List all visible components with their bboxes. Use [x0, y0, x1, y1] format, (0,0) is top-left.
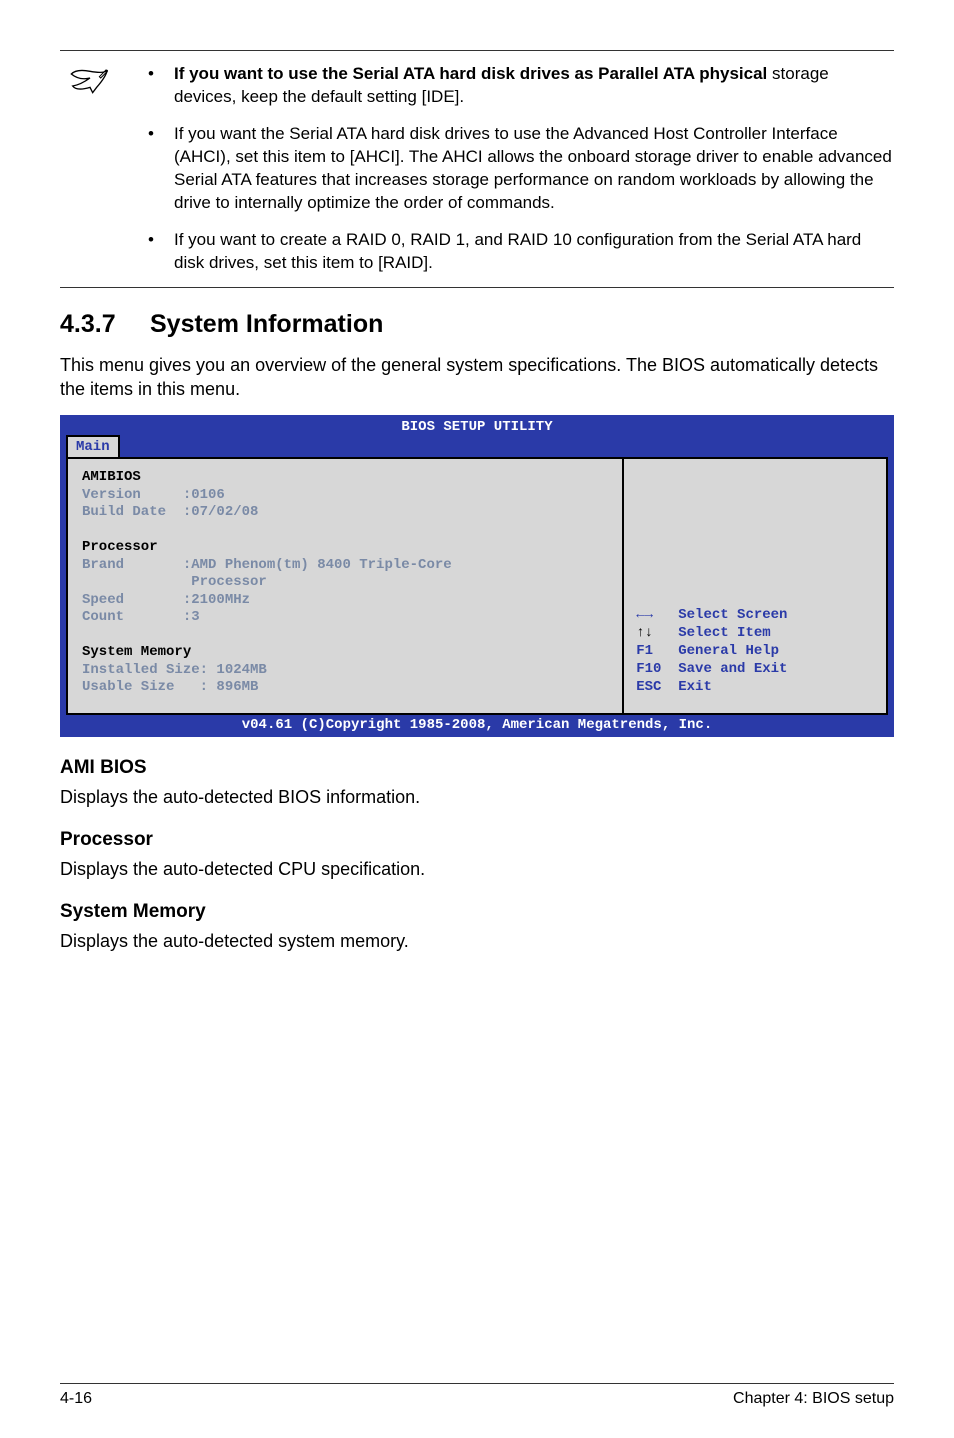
note-item: • If you want to use the Serial ATA hard… [140, 63, 894, 109]
bios-help-key: F10 [636, 660, 678, 678]
section-number: 4.3.7 [60, 310, 150, 339]
bios-line: Brand :AMD Phenom(tm) 8400 Triple-Core [82, 557, 608, 575]
bios-help-key: ←→ [636, 606, 678, 624]
bios-help-key: ESC [636, 678, 678, 696]
section-title: System Information [150, 310, 383, 338]
section-heading: 4.3.7System Information [60, 310, 894, 339]
bullet-icon: • [140, 63, 174, 109]
sub-paragraph: Displays the auto-detected BIOS informat… [60, 785, 894, 809]
intro-paragraph: This menu gives you an overview of the g… [60, 353, 894, 402]
bios-line [82, 627, 608, 645]
bios-help-value: General Help [678, 642, 779, 660]
note-list: • If you want to use the Serial ATA hard… [140, 63, 894, 275]
bios-line: Build Date :07/02/08 [82, 504, 608, 522]
bios-help-key: F1 [636, 642, 678, 660]
bios-line: Processor [82, 574, 608, 592]
bios-help-value: Save and Exit [678, 660, 787, 678]
bios-line: Speed :2100MHz [82, 592, 608, 610]
note-bold-lead: If you want to use the Serial ATA hard d… [174, 64, 767, 83]
bios-tab-main: Main [66, 435, 120, 457]
bios-help-row: ESCExit [636, 678, 876, 696]
bios-line: System Memory [82, 644, 608, 662]
bios-help-row: F1General Help [636, 642, 876, 660]
bios-tabbar: Main [60, 435, 894, 457]
bios-line: Processor [82, 539, 608, 557]
bios-help-value: Select Screen [678, 606, 787, 624]
bios-help-key: ↑↓ [636, 624, 678, 642]
bios-content: AMIBIOSVersion :0106Build Date :07/02/08… [66, 457, 888, 715]
bios-help-value: Select Item [678, 624, 770, 642]
pencil-note-icon [70, 84, 110, 101]
page-footer: 4-16 Chapter 4: BIOS setup [60, 1383, 894, 1408]
bios-screenshot: BIOS SETUP UTILITY Main AMIBIOSVersion :… [60, 415, 894, 737]
bios-line: AMIBIOS [82, 469, 608, 487]
bullet-icon: • [140, 123, 174, 215]
bios-left-panel: AMIBIOSVersion :0106Build Date :07/02/08… [68, 459, 624, 713]
page-number: 4-16 [60, 1390, 92, 1408]
note-text: If you want the Serial ATA hard disk dri… [174, 123, 894, 215]
sub-paragraph: Displays the auto-detected CPU specifica… [60, 857, 894, 881]
bios-header: BIOS SETUP UTILITY [60, 415, 894, 435]
sub-heading: AMI BIOS [60, 757, 894, 779]
bios-help-keys: ←→Select Screen↑↓Select ItemF1General He… [636, 606, 876, 697]
bios-right-panel: ←→Select Screen↑↓Select ItemF1General He… [624, 459, 886, 713]
chapter-label: Chapter 4: BIOS setup [733, 1390, 894, 1408]
sub-heading: System Memory [60, 901, 894, 923]
note-block: • If you want to use the Serial ATA hard… [60, 50, 894, 288]
bios-line: Usable Size : 896MB [82, 679, 608, 697]
bios-help-row: ↑↓Select Item [636, 624, 876, 642]
note-text: If you want to use the Serial ATA hard d… [174, 63, 894, 109]
sub-paragraph: Displays the auto-detected system memory… [60, 929, 894, 953]
note-icon-wrap [60, 63, 140, 275]
bios-line: Count :3 [82, 609, 608, 627]
bios-help-value: Exit [678, 678, 712, 696]
sub-heading: Processor [60, 829, 894, 851]
bios-help-row: ←→Select Screen [636, 606, 876, 624]
note-item: • If you want the Serial ATA hard disk d… [140, 123, 894, 215]
bullet-icon: • [140, 229, 174, 275]
note-text: If you want to create a RAID 0, RAID 1, … [174, 229, 894, 275]
bios-help-row: F10Save and Exit [636, 660, 876, 678]
bios-line [82, 522, 608, 540]
bios-line: Version :0106 [82, 487, 608, 505]
bios-footer: v04.61 (C)Copyright 1985-2008, American … [60, 715, 894, 737]
note-item: • If you want to create a RAID 0, RAID 1… [140, 229, 894, 275]
bios-line: Installed Size: 1024MB [82, 662, 608, 680]
